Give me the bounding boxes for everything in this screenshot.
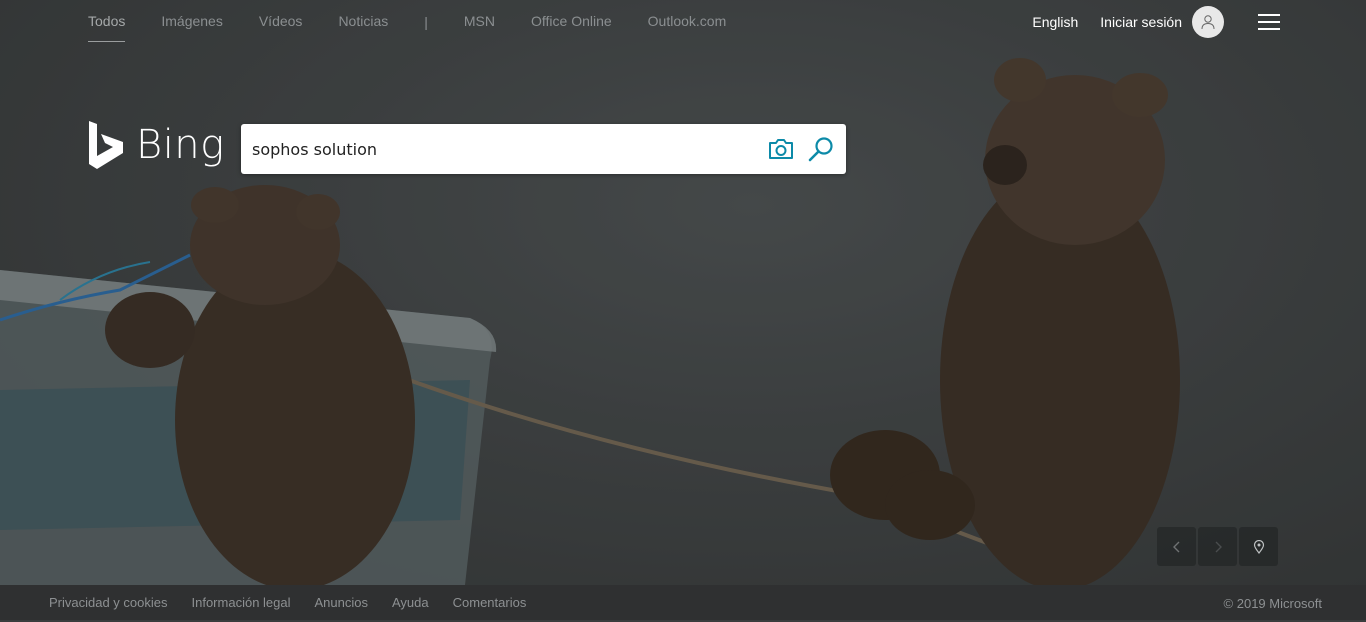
signin-link[interactable]: Iniciar sesión [1100, 14, 1182, 30]
copyright: © 2019 Microsoft [1223, 596, 1322, 611]
chevron-right-icon [1215, 541, 1222, 552]
logo-text: Bing [136, 122, 225, 168]
camera-icon[interactable] [768, 137, 794, 161]
bing-b-icon [89, 121, 123, 169]
footer-links: Privacidad y cookies Información legal A… [49, 585, 550, 620]
menu-hamburger-icon[interactable] [1258, 14, 1280, 30]
nav-msn[interactable]: MSN [464, 0, 495, 44]
search-icon[interactable] [808, 136, 834, 162]
search-input[interactable] [252, 124, 752, 174]
next-image-button[interactable] [1198, 527, 1237, 566]
nav-todos[interactable]: Todos [88, 0, 126, 44]
nav-outlook[interactable]: Outlook.com [648, 0, 727, 44]
footer-link-legal[interactable]: Información legal [192, 595, 291, 610]
bing-logo[interactable]: Bing [88, 120, 225, 170]
language-link[interactable]: English [1032, 14, 1078, 30]
background-image [0, 0, 1366, 585]
top-navigation: Todos Imágenes Vídeos Noticias | MSN Off… [88, 0, 762, 44]
nav-videos[interactable]: Vídeos [259, 0, 303, 44]
header-right: English Iniciar sesión [1032, 0, 1280, 44]
avatar[interactable] [1192, 6, 1224, 38]
nav-office-online[interactable]: Office Online [531, 0, 612, 44]
nav-separator: | [424, 14, 428, 30]
nav-imagenes[interactable]: Imágenes [161, 0, 222, 44]
search-box [241, 124, 846, 174]
footer-link-help[interactable]: Ayuda [392, 595, 429, 610]
image-carousel-controls [1157, 527, 1280, 566]
user-icon [1201, 15, 1215, 30]
footer-link-ads[interactable]: Anuncios [315, 595, 368, 610]
image-location-button[interactable] [1239, 527, 1278, 566]
footer: Privacidad y cookies Información legal A… [0, 585, 1366, 620]
previous-image-button[interactable] [1157, 527, 1196, 566]
nav-noticias[interactable]: Noticias [338, 0, 388, 44]
footer-link-feedback[interactable]: Comentarios [453, 595, 527, 610]
location-pin-icon [1253, 539, 1264, 554]
chevron-left-icon [1172, 541, 1179, 552]
footer-link-privacy[interactable]: Privacidad y cookies [49, 595, 168, 610]
